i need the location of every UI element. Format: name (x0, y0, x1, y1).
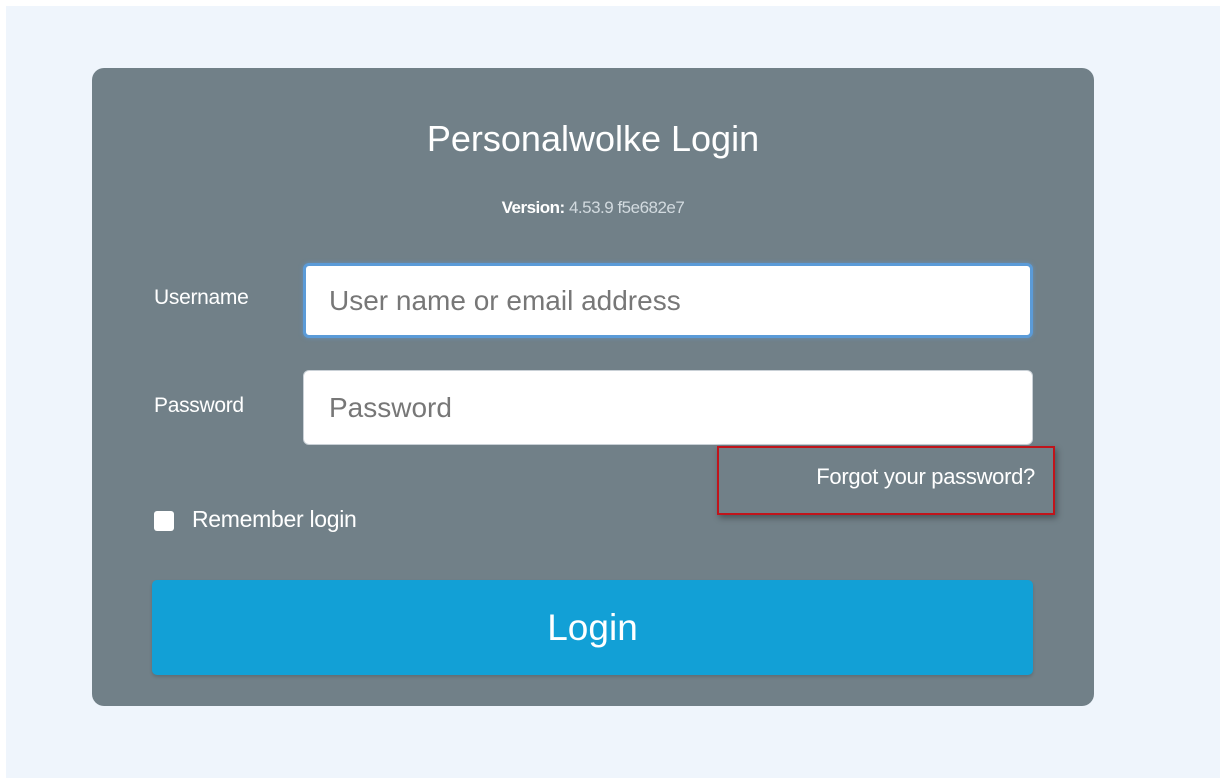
remember-login-checkbox[interactable] (154, 511, 174, 531)
remember-login-row[interactable]: Remember login (154, 505, 357, 533)
version-value: 4.53.9 f5e682e7 (568, 198, 685, 217)
password-input[interactable] (303, 370, 1033, 445)
forgot-password-link[interactable]: Forgot your password? (733, 463, 1035, 491)
login-button[interactable]: Login (152, 580, 1033, 675)
version-info: Version: 4.53.9 f5e682e7 (0, 197, 1186, 219)
password-label: Password (154, 394, 244, 417)
username-label: Username (154, 286, 249, 309)
remember-login-label[interactable]: Remember login (192, 505, 357, 533)
page-title: Personalwolke Login (426, 118, 760, 159)
version-label: Version: (501, 198, 566, 217)
username-input[interactable] (303, 263, 1033, 338)
